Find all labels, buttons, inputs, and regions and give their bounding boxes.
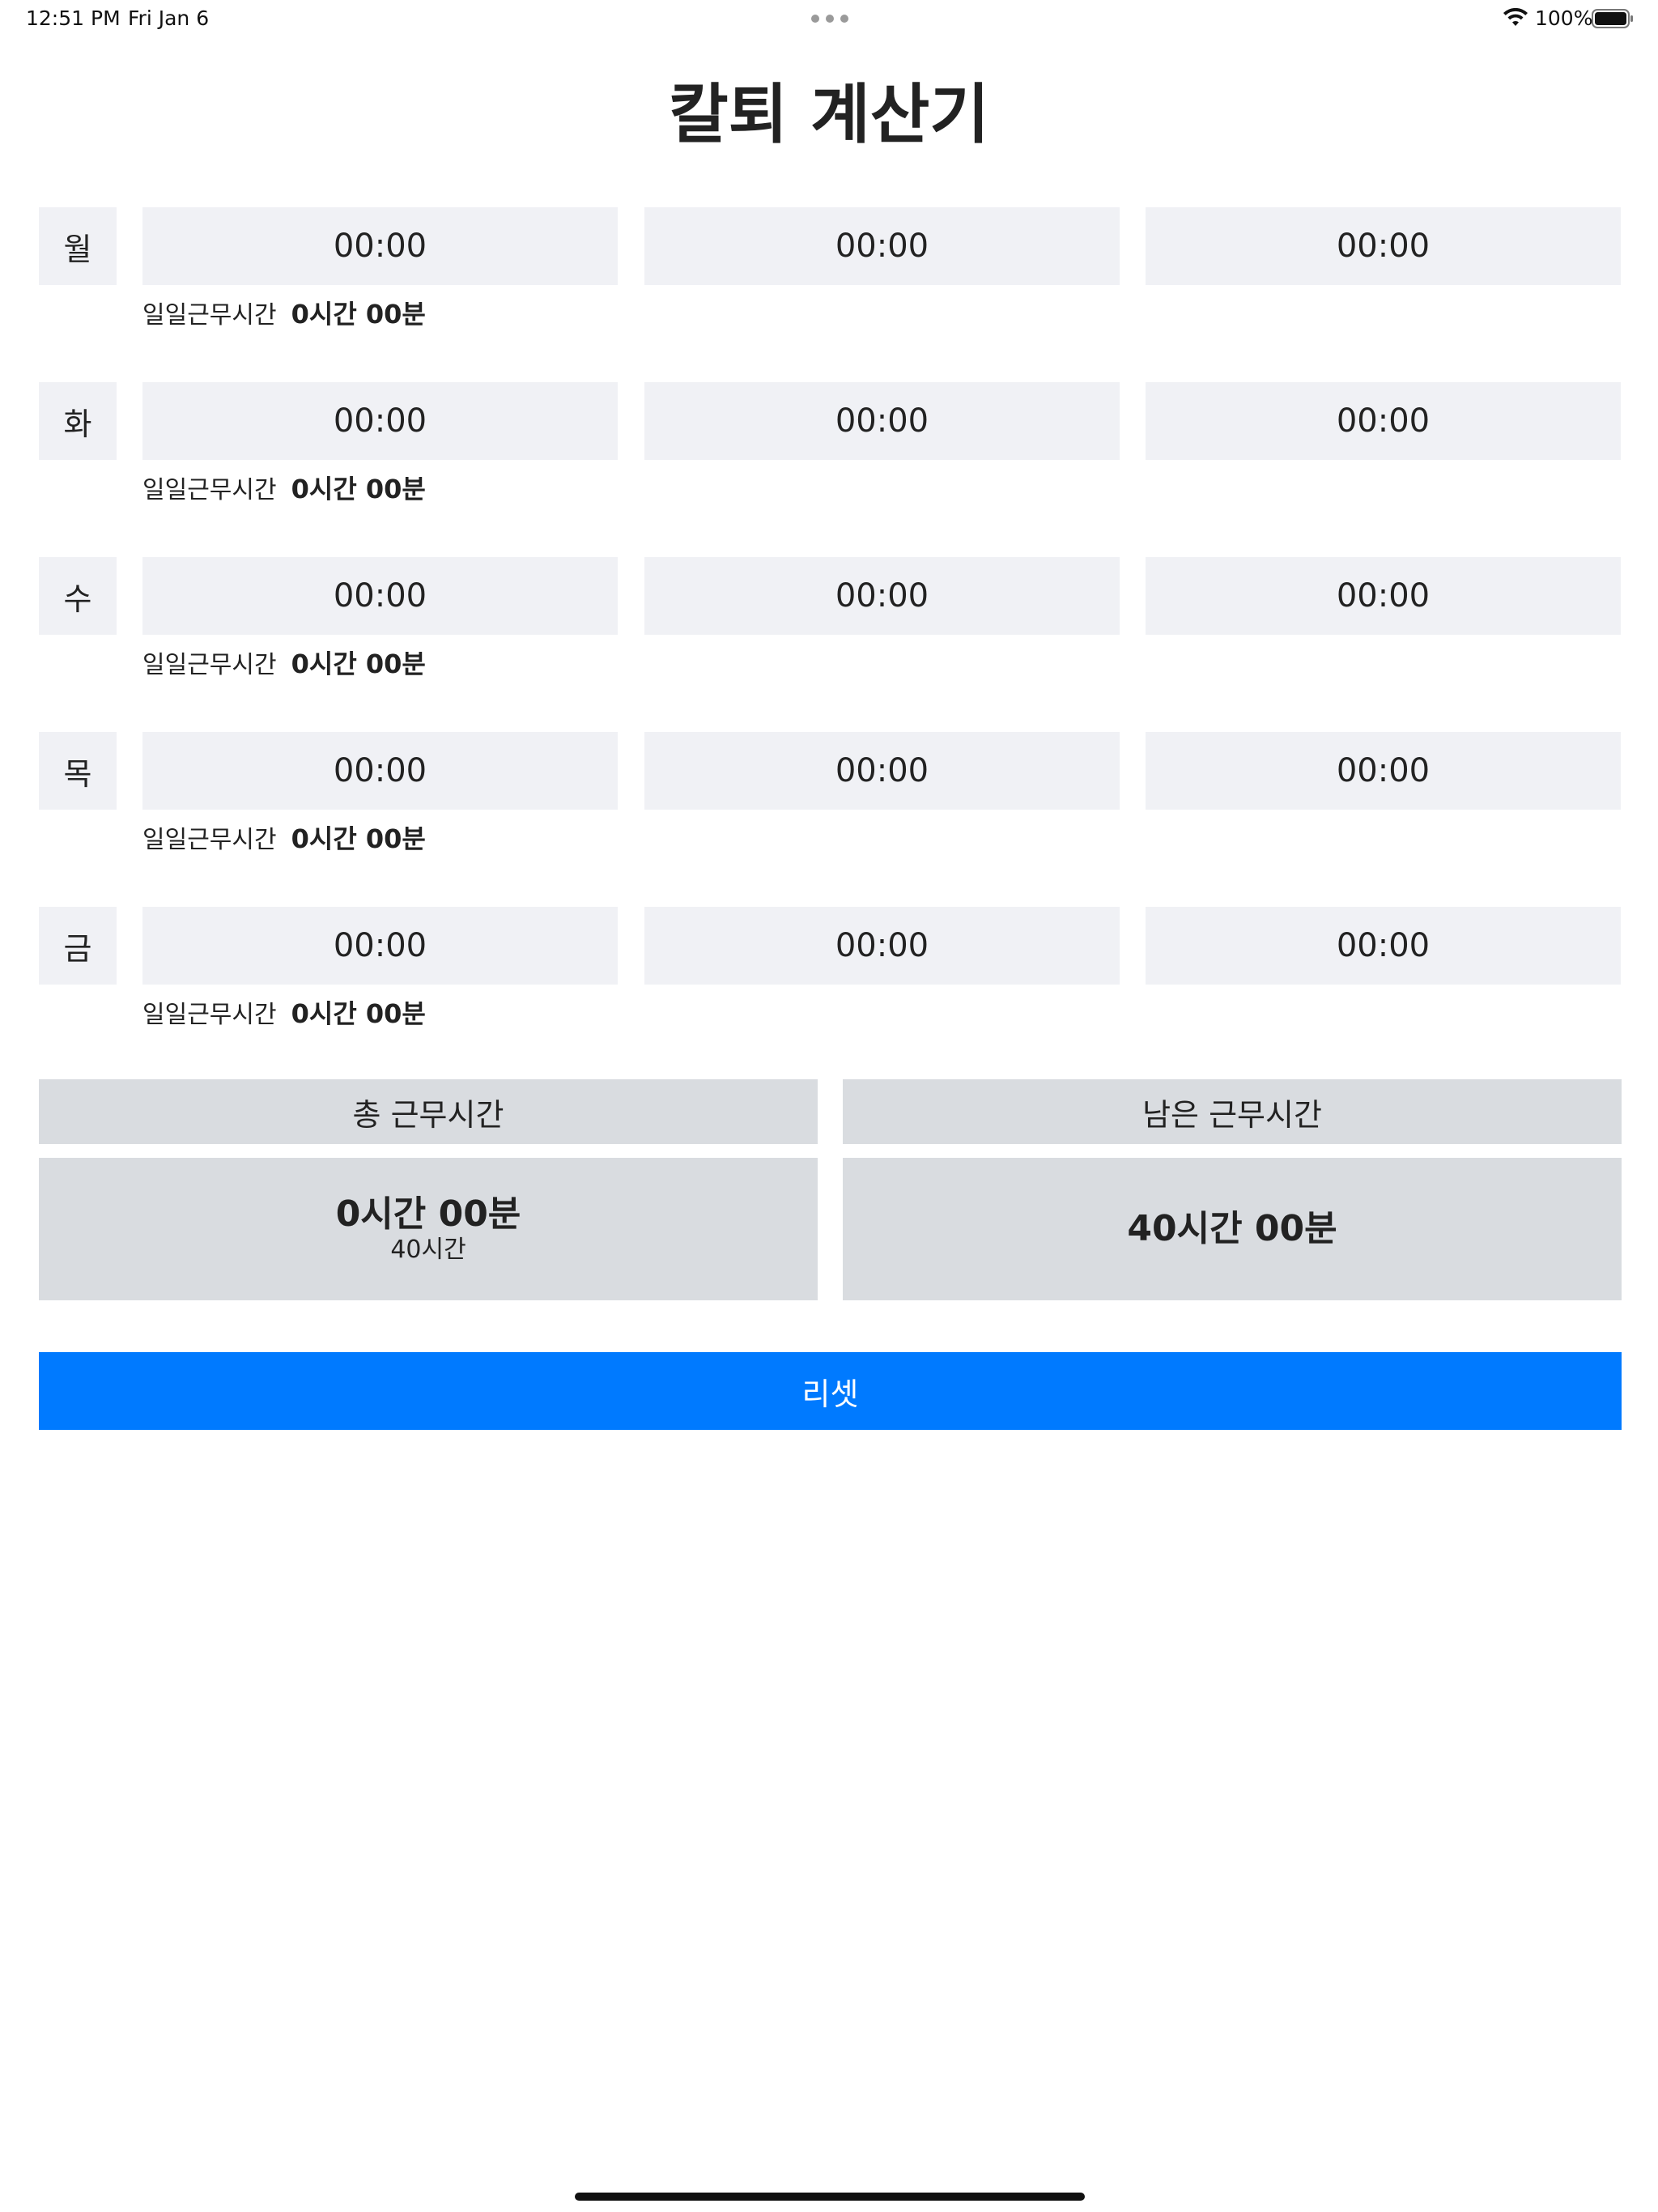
day-row-tuesday: 화 00:00 00:00 00:00 일일근무시간 0시간 00분 bbox=[0, 382, 1658, 536]
daily-work-hours-label: 일일근무시간 bbox=[142, 301, 277, 330]
day-label: 월 bbox=[39, 207, 117, 285]
multitasking-dots-icon[interactable] bbox=[811, 15, 848, 23]
total-work-hours-value: 0시간 00분 bbox=[335, 1193, 521, 1235]
day-label: 목 bbox=[39, 732, 117, 810]
wifi-icon bbox=[1503, 8, 1528, 26]
daily-work-hours: 일일근무시간 0시간 00분 bbox=[142, 470, 426, 505]
break-time-field[interactable]: 00:00 bbox=[1146, 907, 1621, 985]
break-time-field[interactable]: 00:00 bbox=[1146, 382, 1621, 460]
end-time-field[interactable]: 00:00 bbox=[644, 557, 1120, 635]
start-time-field[interactable]: 00:00 bbox=[142, 907, 618, 985]
daily-work-hours-value: 0시간 00분 bbox=[291, 823, 426, 854]
start-time-field[interactable]: 00:00 bbox=[142, 382, 618, 460]
daily-work-hours-label: 일일근무시간 bbox=[142, 476, 277, 504]
break-time-field[interactable]: 00:00 bbox=[1146, 207, 1621, 285]
daily-work-hours-value: 0시간 00분 bbox=[291, 299, 426, 330]
daily-work-hours-value: 0시간 00분 bbox=[291, 998, 426, 1029]
day-row-monday: 월 00:00 00:00 00:00 일일근무시간 0시간 00분 bbox=[0, 207, 1658, 361]
daily-work-hours: 일일근무시간 0시간 00분 bbox=[142, 295, 426, 330]
status-bar: 12:51 PM Fri Jan 6 100% bbox=[0, 0, 1658, 39]
end-time-field[interactable]: 00:00 bbox=[644, 907, 1120, 985]
daily-work-hours-value: 0시간 00분 bbox=[291, 649, 426, 679]
start-time-field[interactable]: 00:00 bbox=[142, 557, 618, 635]
daily-work-hours-label: 일일근무시간 bbox=[142, 1001, 277, 1029]
start-time-field[interactable]: 00:00 bbox=[142, 732, 618, 810]
daily-work-hours: 일일근무시간 0시간 00분 bbox=[142, 644, 426, 680]
status-date: Fri Jan 6 bbox=[128, 6, 210, 30]
remaining-work-hours-value: 40시간 00분 bbox=[1127, 1208, 1337, 1249]
break-time-field[interactable]: 00:00 bbox=[1146, 557, 1621, 635]
total-work-hours-box: 0시간 00분 40시간 bbox=[39, 1158, 818, 1300]
battery-percent: 100% bbox=[1535, 6, 1593, 30]
day-row-wednesday: 수 00:00 00:00 00:00 일일근무시간 0시간 00분 bbox=[0, 557, 1658, 711]
break-time-field[interactable]: 00:00 bbox=[1146, 732, 1621, 810]
daily-work-hours-label: 일일근무시간 bbox=[142, 826, 277, 854]
day-label: 화 bbox=[39, 382, 117, 460]
remaining-work-hours-header: 남은 근무시간 bbox=[843, 1079, 1622, 1144]
day-label: 수 bbox=[39, 557, 117, 635]
day-label: 금 bbox=[39, 907, 117, 985]
day-row-thursday: 목 00:00 00:00 00:00 일일근무시간 0시간 00분 bbox=[0, 732, 1658, 886]
page-title: 칼퇴 계산기 bbox=[669, 77, 989, 152]
daily-work-hours-value: 0시간 00분 bbox=[291, 474, 426, 504]
daily-work-hours: 일일근무시간 0시간 00분 bbox=[142, 819, 426, 855]
end-time-field[interactable]: 00:00 bbox=[644, 207, 1120, 285]
day-row-friday: 금 00:00 00:00 00:00 일일근무시간 0시간 00분 bbox=[0, 907, 1658, 1061]
home-indicator[interactable] bbox=[575, 2193, 1085, 2201]
weekly-target-hours: 40시간 bbox=[390, 1236, 466, 1264]
battery-icon bbox=[1592, 9, 1633, 28]
daily-work-hours-label: 일일근무시간 bbox=[142, 651, 277, 679]
start-time-field[interactable]: 00:00 bbox=[142, 207, 618, 285]
end-time-field[interactable]: 00:00 bbox=[644, 732, 1120, 810]
status-time: 12:51 PM bbox=[26, 6, 121, 30]
total-work-hours-header: 총 근무시간 bbox=[39, 1079, 818, 1144]
end-time-field[interactable]: 00:00 bbox=[644, 382, 1120, 460]
reset-button[interactable]: 리셋 bbox=[39, 1352, 1622, 1430]
remaining-work-hours-box: 40시간 00분 bbox=[843, 1158, 1622, 1300]
daily-work-hours: 일일근무시간 0시간 00분 bbox=[142, 994, 426, 1030]
